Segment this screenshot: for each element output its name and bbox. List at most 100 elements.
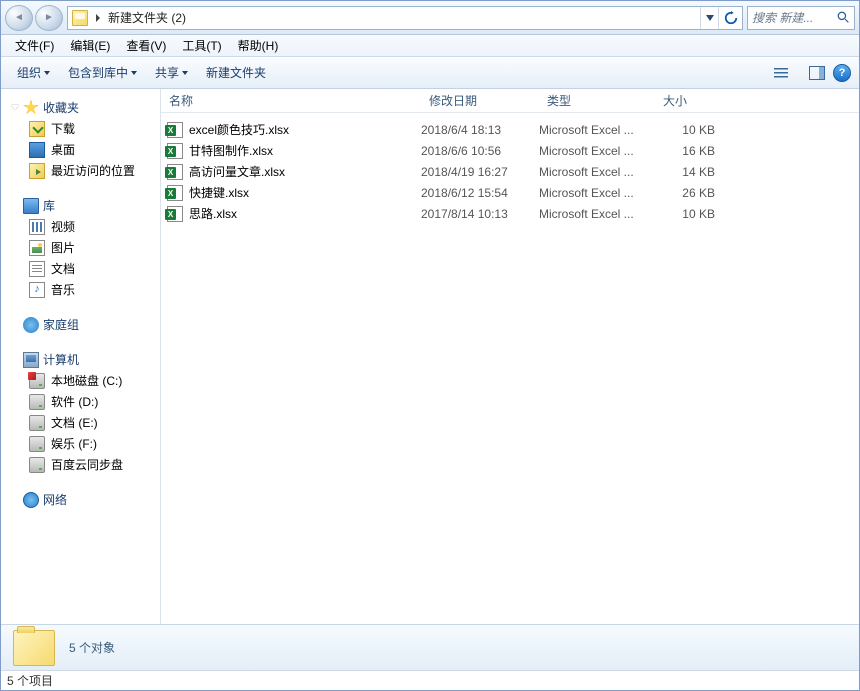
drive-icon (29, 373, 45, 389)
column-header-modified[interactable]: 修改日期 (421, 89, 539, 112)
chevron-down-icon (44, 71, 50, 75)
file-date-cell: 2018/4/19 16:27 (421, 165, 539, 179)
file-name-cell: 快捷键.xlsx (161, 184, 421, 201)
file-type-cell: Microsoft Excel ... (539, 165, 655, 179)
music-icon: ♪ (29, 282, 45, 298)
downloads-icon (29, 121, 45, 137)
details-count-text: 5 个对象 (69, 639, 115, 656)
breadcrumb-current[interactable]: 新建文件夹 (2) (104, 9, 700, 26)
file-row[interactable]: 思路.xlsx 2017/8/14 10:13Microsoft Excel ..… (161, 203, 859, 224)
file-row[interactable]: 甘特图制作.xlsx2018/6/6 10:56Microsoft Excel … (161, 140, 859, 161)
sidebar-item-drive-d[interactable]: 软件 (D:) (1, 391, 160, 412)
body-area: 收藏夹 下载 桌面 最近访问的位置 库 视频 图片 文档 ♪音乐 家庭组 计算机… (1, 89, 859, 624)
column-header-type[interactable]: 类型 (539, 89, 655, 112)
help-button[interactable]: ? (833, 64, 851, 82)
new-folder-button[interactable]: 新建文件夹 (198, 61, 274, 84)
status-bar: 5 个项目 (1, 670, 859, 690)
file-date-cell: 2017/8/14 10:13 (421, 207, 539, 221)
sidebar-header-network[interactable]: 网络 (1, 489, 160, 510)
excel-file-icon (167, 122, 183, 138)
file-name: 快捷键.xlsx (189, 184, 249, 201)
sidebar-item-videos[interactable]: 视频 (1, 216, 160, 237)
menu-help[interactable]: 帮助(H) (230, 35, 287, 56)
file-row[interactable]: excel颜色技巧.xlsx2018/6/4 18:13Microsoft Ex… (161, 119, 859, 140)
library-icon (23, 198, 39, 214)
pictures-icon (29, 240, 45, 256)
sidebar-header-computer[interactable]: 计算机 (1, 349, 160, 370)
excel-file-icon (167, 164, 183, 180)
column-header-name[interactable]: 名称 (161, 89, 421, 112)
file-name-cell: 高访问量文章.xlsx (161, 163, 421, 180)
search-box[interactable]: 搜索 新建... (747, 6, 855, 30)
breadcrumb-separator-icon (96, 14, 100, 22)
menu-bar: 文件(F) 编辑(E) 查看(V) 工具(T) 帮助(H) (1, 35, 859, 57)
homegroup-icon (23, 317, 39, 333)
sidebar-item-documents[interactable]: 文档 (1, 258, 160, 279)
sidebar-item-recent[interactable]: 最近访问的位置 (1, 160, 160, 181)
file-date-cell: 2018/6/12 15:54 (421, 186, 539, 200)
recent-places-icon (29, 163, 45, 179)
file-name: 甘特图制作.xlsx (189, 142, 273, 159)
star-icon (23, 100, 39, 116)
sidebar-header-favorites[interactable]: 收藏夹 (1, 97, 160, 118)
computer-icon (23, 352, 39, 368)
sidebar-item-pictures[interactable]: 图片 (1, 237, 160, 258)
refresh-button[interactable] (718, 7, 742, 29)
menu-file[interactable]: 文件(F) (7, 35, 62, 56)
file-size-cell: 16 KB (655, 144, 725, 158)
search-icon[interactable] (832, 11, 854, 24)
chevron-down-icon (11, 105, 19, 110)
sidebar-header-homegroup[interactable]: 家庭组 (1, 314, 160, 335)
excel-file-icon (167, 185, 183, 201)
preview-pane-button[interactable] (807, 63, 827, 83)
folder-large-icon (13, 630, 55, 666)
details-pane: 5 个对象 (1, 624, 859, 670)
sidebar-item-downloads[interactable]: 下载 (1, 118, 160, 139)
excel-file-icon (167, 206, 183, 222)
drive-icon (29, 436, 45, 452)
menu-edit[interactable]: 编辑(E) (62, 35, 118, 56)
file-name: 思路.xlsx (189, 205, 237, 222)
sidebar-item-drive-f[interactable]: 娱乐 (F:) (1, 433, 160, 454)
file-size-cell: 26 KB (655, 186, 725, 200)
share-button[interactable]: 共享 (147, 61, 196, 84)
menu-view[interactable]: 查看(V) (118, 35, 174, 56)
documents-icon (29, 261, 45, 277)
view-options-button[interactable] (763, 62, 801, 84)
address-bar[interactable]: 新建文件夹 (2) (67, 6, 743, 30)
sidebar-item-baidu-cloud[interactable]: 百度云同步盘 (1, 454, 160, 475)
sidebar-item-music[interactable]: ♪音乐 (1, 279, 160, 300)
column-headers: 名称 修改日期 类型 大小 (161, 89, 859, 113)
folder-icon (72, 10, 88, 26)
column-header-size[interactable]: 大小 (655, 89, 725, 112)
file-size-cell: 14 KB (655, 165, 725, 179)
status-item-count: 5 个项目 (7, 672, 53, 689)
file-type-cell: Microsoft Excel ... (539, 123, 655, 137)
back-button[interactable]: ◄ (5, 5, 33, 31)
file-size-cell: 10 KB (655, 123, 725, 137)
file-name: 高访问量文章.xlsx (189, 163, 285, 180)
nav-bar: ◄ ► 新建文件夹 (2) 搜索 新建... (1, 1, 859, 35)
file-row[interactable]: 快捷键.xlsx 2018/6/12 15:54Microsoft Excel .… (161, 182, 859, 203)
file-row[interactable]: 高访问量文章.xlsx 2018/4/19 16:27Microsoft Exce… (161, 161, 859, 182)
drive-icon (29, 457, 45, 473)
toolbar: 组织 包含到库中 共享 新建文件夹 ? (1, 57, 859, 89)
file-rows: excel颜色技巧.xlsx2018/6/4 18:13Microsoft Ex… (161, 113, 859, 624)
sidebar-item-drive-e[interactable]: 文档 (E:) (1, 412, 160, 433)
file-date-cell: 2018/6/6 10:56 (421, 144, 539, 158)
address-history-dropdown[interactable] (700, 7, 718, 29)
file-size-cell: 10 KB (655, 207, 725, 221)
file-date-cell: 2018/6/4 18:13 (421, 123, 539, 137)
sidebar-item-drive-c[interactable]: 本地磁盘 (C:) (1, 370, 160, 391)
menu-tools[interactable]: 工具(T) (174, 35, 229, 56)
drive-icon (29, 394, 45, 410)
file-type-cell: Microsoft Excel ... (539, 186, 655, 200)
organize-button[interactable]: 组织 (9, 61, 58, 84)
network-icon (23, 492, 39, 508)
chevron-down-icon (131, 71, 137, 75)
include-in-library-button[interactable]: 包含到库中 (60, 61, 145, 84)
forward-button[interactable]: ► (35, 5, 63, 31)
sidebar-item-desktop[interactable]: 桌面 (1, 139, 160, 160)
sidebar-header-libraries[interactable]: 库 (1, 195, 160, 216)
file-type-cell: Microsoft Excel ... (539, 207, 655, 221)
